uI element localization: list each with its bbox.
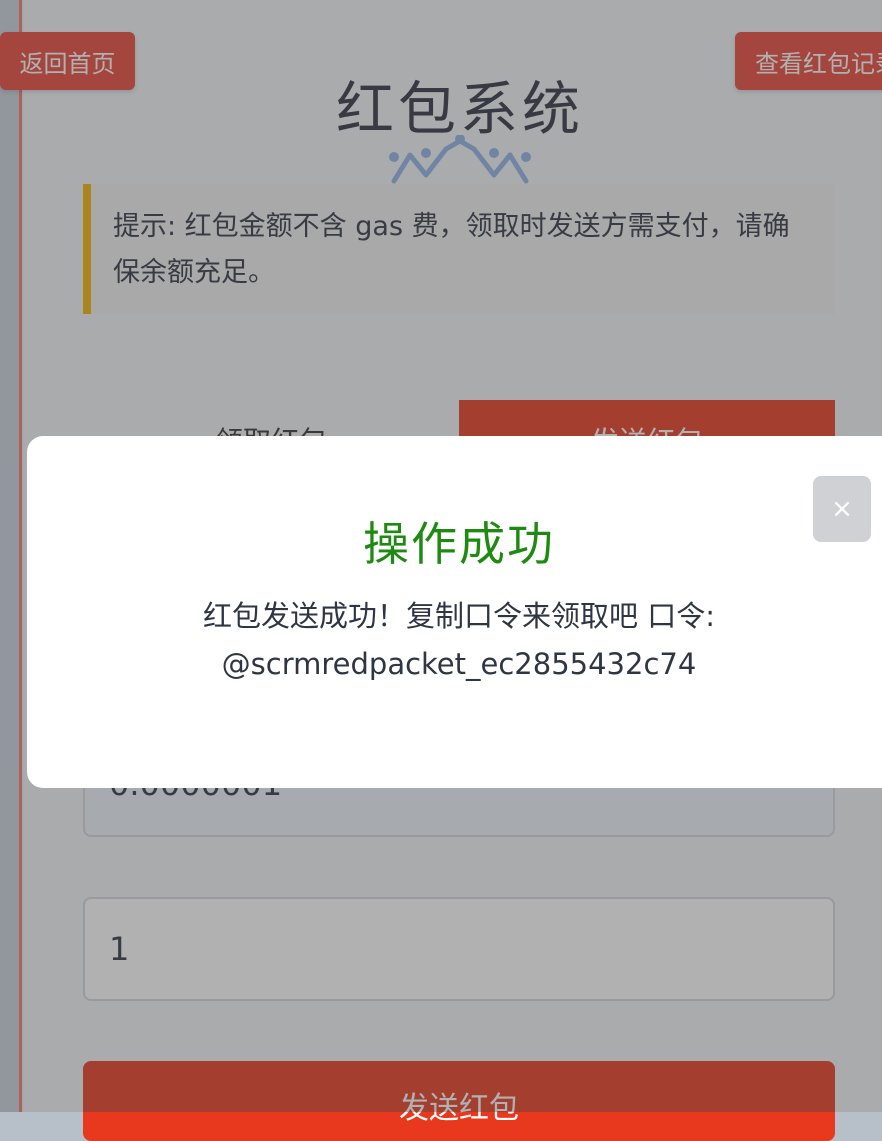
success-modal: × 操作成功 红包发送成功！复制口令来领取吧 口令: @scrmredpacke…: [27, 436, 882, 788]
packet-code-text[interactable]: @scrmredpacket_ec2855432c74: [27, 640, 882, 688]
modal-title: 操作成功: [363, 517, 555, 571]
modal-message-line1: 红包发送成功！复制口令来领取吧 口令:: [203, 599, 715, 633]
modal-message: 红包发送成功！复制口令来领取吧 口令: @scrmredpacket_ec285…: [27, 592, 882, 688]
